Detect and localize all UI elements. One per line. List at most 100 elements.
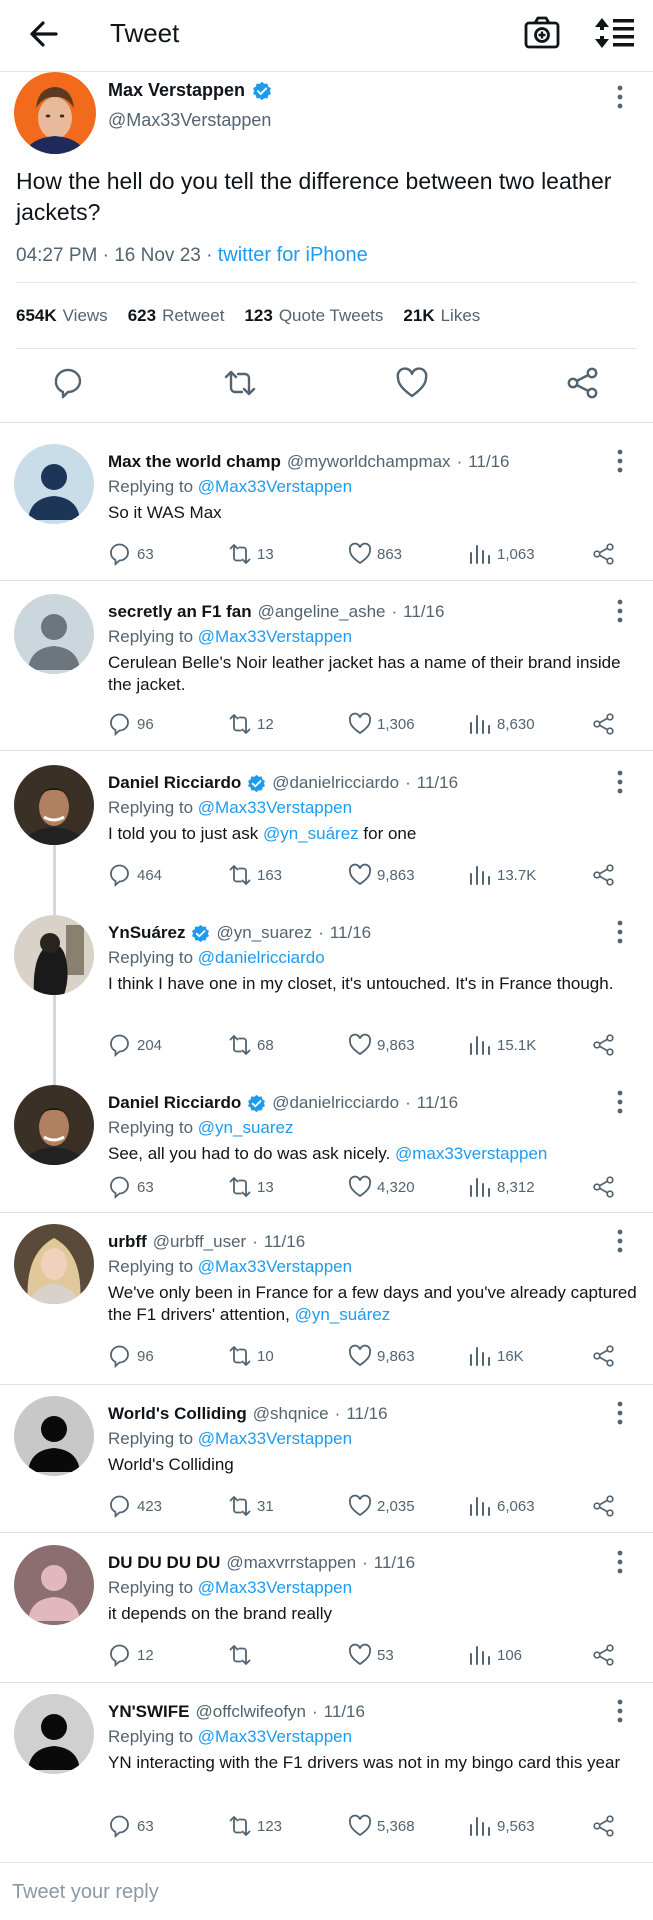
mention-link[interactable]: @danielricciardo	[198, 948, 325, 967]
views-stat[interactable]: 654K Views	[16, 306, 108, 326]
like-icon[interactable]	[395, 366, 429, 400]
quotes-stat[interactable]: 123 Quote Tweets	[244, 306, 383, 326]
retweet-button[interactable]: 68	[228, 1033, 274, 1057]
views-button[interactable]: 9,563	[468, 1814, 535, 1838]
like-button[interactable]: 2,035	[348, 1494, 415, 1518]
avatar[interactable]	[14, 915, 94, 995]
like-button[interactable]: 9,863	[348, 1344, 415, 1368]
like-button[interactable]: 9,863	[348, 863, 415, 887]
mention-link[interactable]: @Max33Verstappen	[198, 1727, 352, 1746]
mention-link[interactable]: @Max33Verstappen	[198, 1257, 352, 1276]
views-button[interactable]: 6,063	[468, 1494, 535, 1518]
reply-button[interactable]: 63	[108, 1814, 154, 1838]
author-name[interactable]: Daniel Ricciardo	[108, 773, 241, 793]
retweet-button[interactable]: 13	[228, 1175, 274, 1199]
author-name[interactable]: secretly an F1 fan	[108, 602, 252, 622]
author-handle[interactable]: @danielricciardo	[272, 773, 399, 793]
reply-button[interactable]: 204	[108, 1033, 162, 1057]
avatar[interactable]	[14, 444, 94, 524]
reply-button[interactable]: 464	[108, 863, 162, 887]
retweet-icon[interactable]	[223, 366, 257, 400]
author-name[interactable]: Daniel Ricciardo	[108, 1093, 241, 1113]
retweet-button[interactable]: 163	[228, 863, 282, 887]
reply-tweet[interactable]: YN'SWIFE @offclwifeofyn · 11/16 Replying to…	[0, 1694, 653, 1854]
mention-link[interactable]: @yn_suárez	[263, 824, 359, 843]
avatar[interactable]	[14, 72, 96, 154]
reply-composer[interactable]: Tweet your reply	[0, 1862, 653, 1920]
more-options-icon[interactable]	[610, 1549, 630, 1575]
reply-icon[interactable]	[52, 366, 86, 400]
arrow-left-icon[interactable]	[26, 16, 62, 52]
more-options-icon[interactable]	[610, 769, 630, 795]
views-button[interactable]: 8,312	[468, 1175, 535, 1199]
reply-button[interactable]: 96	[108, 1344, 154, 1368]
author-name[interactable]: DU DU DU DU	[108, 1553, 220, 1573]
author-handle[interactable]: @myworldchampmax	[287, 452, 451, 472]
author-handle[interactable]: @maxvrrstappen	[226, 1553, 356, 1573]
mention-link[interactable]: @Max33Verstappen	[198, 477, 352, 496]
share-button[interactable]	[592, 542, 621, 566]
reply-button[interactable]: 423	[108, 1494, 162, 1518]
camera-icon[interactable]	[522, 13, 562, 53]
author-name[interactable]: World's Colliding	[108, 1404, 247, 1424]
share-button[interactable]	[592, 1643, 621, 1667]
avatar[interactable]	[14, 1224, 94, 1304]
views-button[interactable]: 106	[468, 1643, 522, 1667]
reply-tweet[interactable]: YnSuárez @yn_suarez · 11/16 Replying to @da…	[0, 915, 653, 1075]
author-handle[interactable]: @angeline_ashe	[258, 602, 386, 622]
more-options-icon[interactable]	[610, 919, 630, 945]
like-button[interactable]: 863	[348, 542, 402, 566]
reply-button[interactable]: 63	[108, 542, 154, 566]
share-button[interactable]	[592, 1494, 621, 1518]
like-button[interactable]: 1,306	[348, 712, 415, 736]
author-handle[interactable]: @shqnice	[253, 1404, 329, 1424]
share-button[interactable]	[592, 1814, 621, 1838]
author-handle[interactable]: @urbff_user	[153, 1232, 247, 1252]
avatar[interactable]	[14, 1545, 94, 1625]
sort-icon[interactable]	[594, 15, 636, 51]
retweet-button[interactable]: 31	[228, 1494, 274, 1518]
avatar[interactable]	[14, 1085, 94, 1165]
share-button[interactable]	[592, 712, 621, 736]
mention-link[interactable]: @Max33Verstappen	[198, 1578, 352, 1597]
retweet-button[interactable]: 12	[228, 712, 274, 736]
more-options-icon[interactable]	[610, 1228, 630, 1254]
mention-link[interactable]: @Max33Verstappen	[198, 627, 352, 646]
mention-link[interactable]: @yn_suárez	[295, 1305, 391, 1324]
retweet-button[interactable]	[228, 1643, 257, 1667]
likes-stat[interactable]: 21K Likes	[403, 306, 480, 326]
mention-link[interactable]: @Max33Verstappen	[198, 798, 352, 817]
reply-tweet[interactable]: secretly an F1 fan @angeline_ashe · 11/16 R…	[0, 594, 653, 750]
share-button[interactable]	[592, 1033, 621, 1057]
reply-tweet[interactable]: Max the world champ @myworldchampmax · 11/1…	[0, 444, 653, 580]
views-button[interactable]: 8,630	[468, 712, 535, 736]
like-button[interactable]: 53	[348, 1643, 394, 1667]
retweet-button[interactable]: 123	[228, 1814, 282, 1838]
author-name[interactable]: YnSuárez	[108, 923, 185, 943]
more-options-icon[interactable]	[610, 1089, 630, 1115]
reply-button[interactable]: 12	[108, 1643, 154, 1667]
author-name[interactable]: Max the world champ	[108, 452, 281, 472]
tweet-source-link[interactable]: twitter for iPhone	[218, 244, 368, 266]
author-name[interactable]: Max Verstappen	[108, 80, 272, 101]
author-name[interactable]: YN'SWIFE	[108, 1702, 190, 1722]
author-handle[interactable]: @danielricciardo	[272, 1093, 399, 1113]
avatar[interactable]	[14, 1694, 94, 1774]
retweet-button[interactable]: 13	[228, 542, 274, 566]
views-button[interactable]: 16K	[468, 1344, 524, 1368]
mention-link[interactable]: @Max33Verstappen	[198, 1429, 352, 1448]
more-options-icon[interactable]	[610, 448, 630, 474]
retweets-stat[interactable]: 623 Retweet	[128, 306, 225, 326]
views-button[interactable]: 15.1K	[468, 1033, 536, 1057]
retweet-button[interactable]: 10	[228, 1344, 274, 1368]
more-options-icon[interactable]	[610, 1698, 630, 1724]
like-button[interactable]: 4,320	[348, 1175, 415, 1199]
more-options-icon[interactable]	[610, 598, 630, 624]
share-button[interactable]	[592, 863, 621, 887]
share-button[interactable]	[592, 1175, 621, 1199]
views-button[interactable]: 1,063	[468, 542, 535, 566]
avatar[interactable]	[14, 1396, 94, 1476]
reply-input-placeholder[interactable]: Tweet your reply	[12, 1881, 159, 1904]
reply-tweet[interactable]: World's Colliding @shqnice · 11/16 Replying…	[0, 1396, 653, 1532]
like-button[interactable]: 9,863	[348, 1033, 415, 1057]
